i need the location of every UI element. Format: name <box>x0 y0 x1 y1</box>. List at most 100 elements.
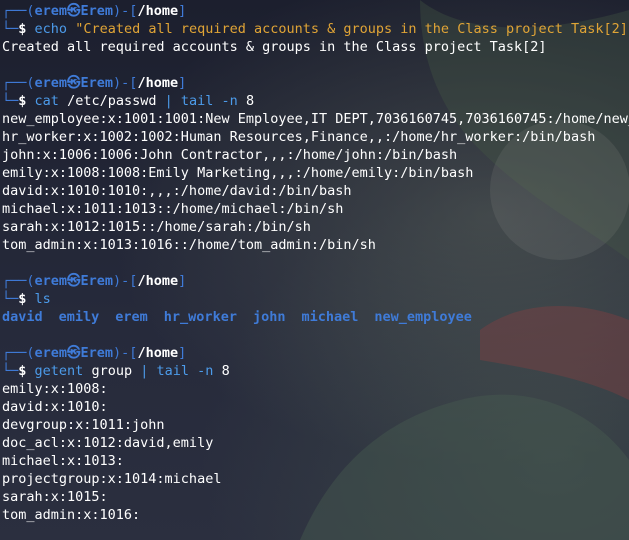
prompt-header: ┌──(erem㉿Erem)-[/home] <box>2 344 629 362</box>
command-line: └─$ getent group | tail -n 8 <box>2 362 629 380</box>
prompt-cwd: /home <box>137 3 179 19</box>
prompt-user: erem <box>34 75 68 91</box>
prompt-user: erem <box>34 273 68 289</box>
output-line: hr_worker:x:1002:1002:Human Resources,Fi… <box>2 128 629 146</box>
command-name: getent <box>34 363 84 379</box>
command-line: └─$ cat /etc/passwd | tail -n 8 <box>2 92 629 110</box>
output-line: new_employee:x:1001:1001:New Employee,IT… <box>2 110 629 128</box>
output-line: emily:x:1008:1008:Emily Marketing,,,:/ho… <box>2 164 629 182</box>
prompt-host: Erem <box>80 3 114 19</box>
output-line: sarah:x:1012:1015::/home/sarah:/bin/sh <box>2 218 629 236</box>
output-text: tom_admin:x:1013:1016::/home/tom_admin:/… <box>2 237 376 253</box>
terminal-output: ┌──(erem㉿Erem)-[/home] └─$ echo "Created … <box>0 0 629 524</box>
output-text: doc_acl:x:1012:david,emily <box>2 435 214 451</box>
output-line: doc_acl:x:1012:david,emily <box>2 434 629 452</box>
prompt-frame: )-[ <box>113 75 138 91</box>
output-line: michael:x:1013: <box>2 452 629 470</box>
prompt-cwd: /home <box>137 345 179 361</box>
output-text: david:x:1010:1010:,,,:/home/david:/bin/b… <box>2 183 352 199</box>
output-line: david:x:1010: <box>2 398 629 416</box>
prompt-frame: )-[ <box>113 3 138 19</box>
prompt-frame: ┌──( <box>2 3 35 19</box>
output-line: tom_admin:x:1013:1016::/home/tom_admin:/… <box>2 236 629 254</box>
output-text: david:x:1010: <box>2 399 108 415</box>
command-arg: -n <box>221 93 238 109</box>
command-arg: "Created all required accounts & groups … <box>75 21 629 37</box>
command-arg: -n <box>197 363 214 379</box>
prompt-separator-icon: ㉿ <box>67 3 81 19</box>
directory-entry: john <box>252 309 286 325</box>
prompt-host: Erem <box>80 345 114 361</box>
output-text: michael:x:1011:1013::/home/michael:/bin/… <box>2 201 344 217</box>
prompt-frame: └─ <box>2 21 19 37</box>
output-line: Created all required accounts & groups i… <box>2 38 629 56</box>
command-arg: tail <box>180 93 214 109</box>
command-name: echo <box>34 21 68 37</box>
prompt-user: erem <box>34 3 68 19</box>
prompt-symbol: $ <box>18 21 35 37</box>
command-arg: tail <box>156 363 190 379</box>
output-line: sarah:x:1015: <box>2 488 629 506</box>
output-line: projectgroup:x:1014:michael <box>2 470 629 488</box>
ls-output-line: david emily erem hr_worker john michael new_em… <box>2 308 629 326</box>
prompt-frame: ] <box>178 3 187 19</box>
directory-entry: erem <box>115 309 148 325</box>
directory-entry: new_employee <box>374 309 472 325</box>
prompt-symbol: $ <box>18 363 35 379</box>
prompt-host: Erem <box>80 273 114 289</box>
command-line: └─$ ls <box>2 290 629 308</box>
prompt-frame: )-[ <box>113 345 138 361</box>
prompt-separator-icon: ㉿ <box>67 273 81 289</box>
output-text: projectgroup:x:1014:michael <box>2 471 222 487</box>
prompt-frame: )-[ <box>113 273 138 289</box>
command-name: ls <box>34 291 51 307</box>
prompt-frame: └─ <box>2 363 19 379</box>
command-arg: group <box>91 363 133 379</box>
output-line: emily:x:1008: <box>2 380 629 398</box>
output-text: hr_worker:x:1002:1002:Human Resources,Fi… <box>2 129 596 145</box>
output-line: john:x:1006:1006:John Contractor,,,:/hom… <box>2 146 629 164</box>
output-line: tom_admin:x:1016: <box>2 506 629 524</box>
prompt-frame: ┌──( <box>2 75 35 91</box>
prompt-user: erem <box>34 345 68 361</box>
prompt-frame: └─ <box>2 291 19 307</box>
prompt-host: Erem <box>80 75 114 91</box>
output-text: emily:x:1008:1008:Emily Marketing,,,:/ho… <box>2 165 474 181</box>
output-line: david:x:1010:1010:,,,:/home/david:/bin/b… <box>2 182 629 200</box>
prompt-frame: ] <box>178 75 187 91</box>
prompt-symbol: $ <box>18 291 35 307</box>
directory-entry: michael <box>301 309 359 325</box>
directory-entry: hr_worker <box>163 309 237 325</box>
command-arg: 8 <box>245 93 255 109</box>
command-line: └─$ echo "Created all required accounts … <box>2 20 629 38</box>
command-arg: 8 <box>221 363 230 379</box>
output-text: devgroup:x:1011:john <box>2 417 165 433</box>
prompt-frame: ┌──( <box>2 273 35 289</box>
output-text: sarah:x:1015: <box>2 489 108 505</box>
output-text: michael:x:1013: <box>2 453 124 469</box>
prompt-separator-icon: ㉿ <box>67 75 81 91</box>
directory-entry: david <box>2 309 43 325</box>
prompt-symbol: $ <box>18 93 35 109</box>
output-line: devgroup:x:1011:john <box>2 416 629 434</box>
output-text: Created all required accounts & groups i… <box>2 39 547 55</box>
output-text: tom_admin:x:1016: <box>2 507 141 523</box>
directory-entry: emily <box>58 309 100 325</box>
prompt-header: ┌──(erem㉿Erem)-[/home] <box>2 74 629 92</box>
prompt-separator-icon: ㉿ <box>67 345 81 361</box>
prompt-cwd: /home <box>137 273 179 289</box>
output-text: john:x:1006:1006:John Contractor,,,:/hom… <box>2 147 458 163</box>
prompt-frame: ] <box>178 273 187 289</box>
command-arg: | <box>164 93 173 109</box>
output-text: emily:x:1008: <box>2 381 108 397</box>
command-arg: | <box>140 363 149 379</box>
prompt-frame: └─ <box>2 93 19 109</box>
output-line: michael:x:1011:1013::/home/michael:/bin/… <box>2 200 629 218</box>
prompt-frame: ] <box>178 345 187 361</box>
prompt-header: ┌──(erem㉿Erem)-[/home] <box>2 2 629 20</box>
prompt-header: ┌──(erem㉿Erem)-[/home] <box>2 272 629 290</box>
terminal-window[interactable]: ┌──(erem㉿Erem)-[/home] └─$ echo "Created … <box>0 0 629 540</box>
